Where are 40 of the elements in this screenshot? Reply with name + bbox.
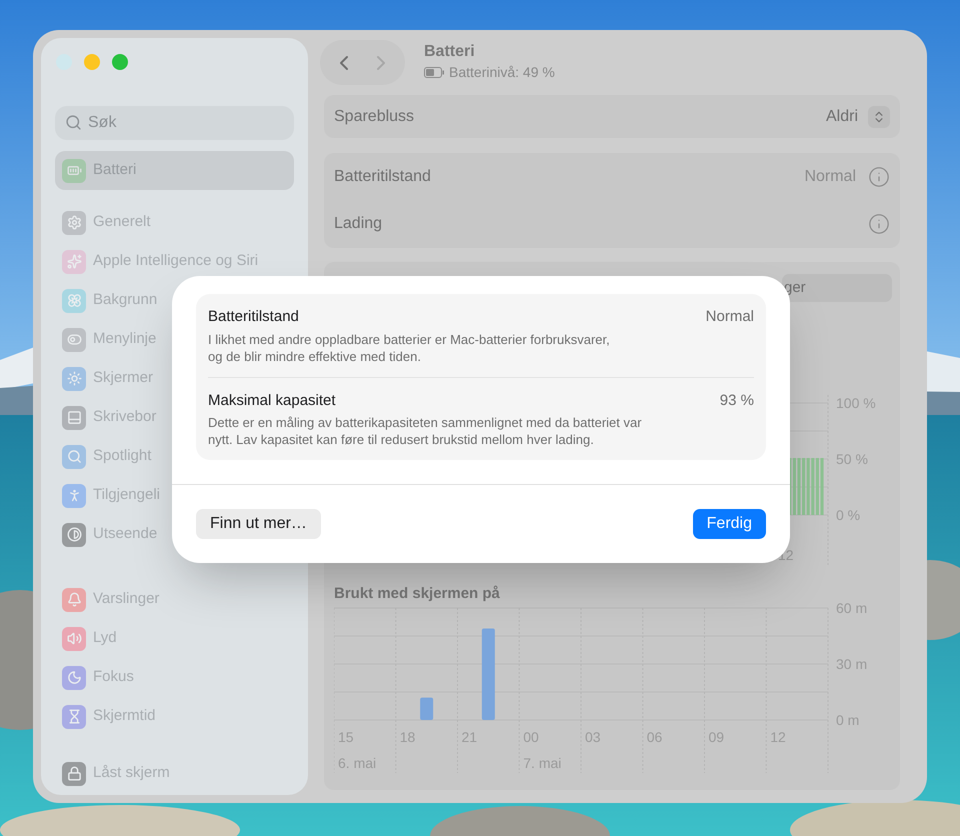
setting-label: Batteritilstand xyxy=(334,166,431,187)
speaker-icon xyxy=(62,626,86,650)
bar xyxy=(420,698,434,720)
bell-icon xyxy=(62,588,86,612)
zoom-button[interactable] xyxy=(112,54,128,70)
setting-label: Sparebluss xyxy=(334,106,414,126)
info-button[interactable] xyxy=(868,166,890,188)
sun-icon xyxy=(62,366,86,390)
monitor-icon xyxy=(62,406,86,430)
row-value: Normal xyxy=(706,307,754,327)
row-title: Maksimal kapasitet xyxy=(208,390,337,410)
row-description: I likhet med andre oppladbare batterier er Mac-batterier forbruksvarer, og de blir mindre effektive med tiden. xyxy=(208,330,611,364)
row-description: Dette er en måling av batterikapasiteten sammenlignet med da batteriet var nytt. Lav kapasitet kan føre til redusert brukstid mellom hver lading. xyxy=(208,414,643,448)
window-title: Batteri xyxy=(424,42,476,62)
hourglass-icon xyxy=(62,704,86,728)
battery-icon xyxy=(424,67,444,78)
search-field[interactable]: Søk xyxy=(55,106,294,140)
sparkle-icon xyxy=(62,250,86,274)
contrast-icon xyxy=(62,522,86,546)
chart-title: Brukt med skjermen på xyxy=(334,585,501,603)
setting-value: Normal xyxy=(804,166,856,187)
moon-icon xyxy=(62,666,86,690)
battery-level-text: Batterinivå: 49 % xyxy=(449,63,555,82)
lock-icon xyxy=(62,762,86,786)
person-icon xyxy=(62,484,86,508)
stepper-button[interactable] xyxy=(868,106,890,128)
minimize-button[interactable] xyxy=(84,54,100,70)
info-button[interactable] xyxy=(868,213,890,236)
learn-more-button[interactable]: Finn ut mer… xyxy=(196,509,321,539)
battery-icon xyxy=(62,158,86,182)
gear-icon xyxy=(62,210,86,234)
setting-value: Aldri xyxy=(826,106,858,126)
done-button[interactable]: Ferdig xyxy=(692,509,766,539)
search-icon xyxy=(65,114,82,131)
flower-icon xyxy=(62,288,86,312)
search-icon xyxy=(62,444,86,468)
row-title: Batteritilstand xyxy=(208,307,300,327)
setting-label: Lading xyxy=(334,214,382,234)
row-value: 93 % xyxy=(720,390,754,410)
toggle-icon xyxy=(62,328,86,352)
